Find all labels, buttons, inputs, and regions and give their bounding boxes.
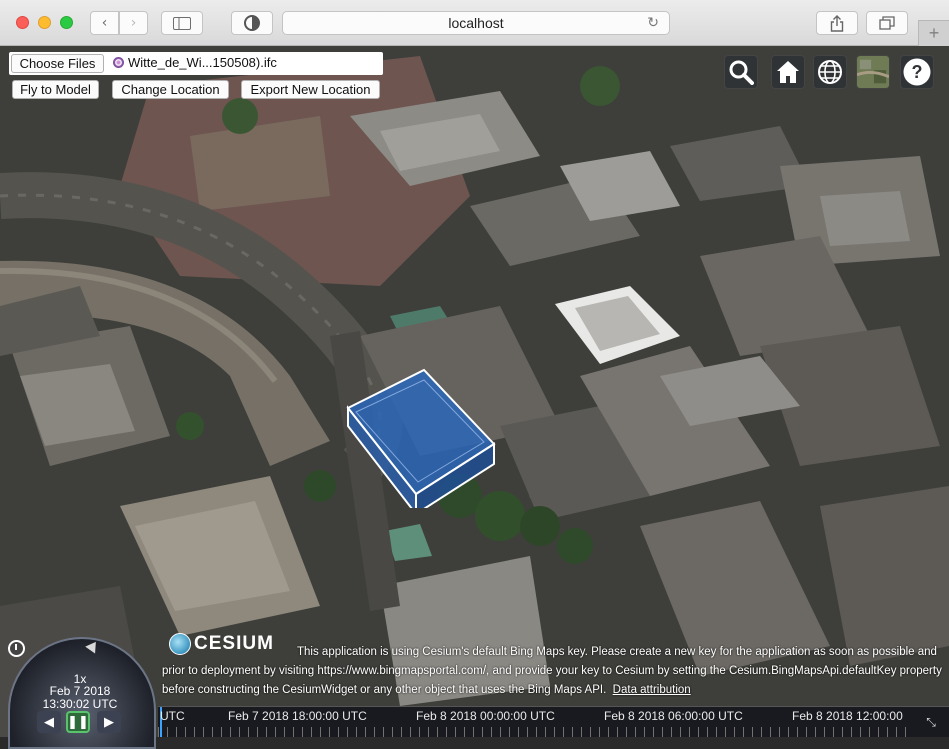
clock-icon[interactable]	[8, 640, 25, 657]
minimize-window-button[interactable]	[38, 16, 51, 29]
timeline-ticks	[158, 727, 913, 737]
sidebar-toggle-button[interactable]	[161, 11, 203, 35]
export-location-button[interactable]: Export New Location	[241, 80, 380, 99]
credit-line-2: prior to deployment by visiting https://…	[162, 665, 942, 677]
timeline-label: UTC	[160, 709, 185, 723]
sidebar-icon	[173, 16, 191, 30]
help-icon: ?	[903, 58, 931, 86]
help-button[interactable]: ?	[900, 55, 934, 89]
timeline-label: Feb 8 2018 06:00:00 UTC	[604, 709, 743, 723]
home-view-button[interactable]	[771, 55, 805, 89]
geocoder-search-button[interactable]	[724, 55, 758, 89]
credit-line-3: before constructing the CesiumWidget or …	[162, 681, 942, 700]
file-icon	[113, 57, 124, 68]
animation-time: 13:30:02 UTC	[42, 697, 118, 711]
zoom-window-button[interactable]	[60, 16, 73, 29]
scene-mode-button[interactable]	[813, 55, 847, 89]
new-tab-button[interactable]: +	[918, 20, 949, 46]
globe-icon	[818, 60, 842, 84]
reload-icon[interactable]: ↻	[647, 15, 659, 31]
back-button[interactable]: ‹	[90, 11, 119, 35]
cesium-viewer-canvas[interactable]	[0, 46, 949, 737]
fly-to-model-button[interactable]: Fly to Model	[12, 80, 99, 99]
share-icon	[830, 14, 844, 32]
timeline-label: Feb 8 2018 12:00:00	[792, 709, 903, 723]
choose-files-button[interactable]: Choose Files	[11, 54, 104, 73]
share-button[interactable]	[816, 11, 858, 35]
ifc-model-box[interactable]	[344, 368, 504, 508]
selected-file: Witte_de_Wi...150508).ifc	[113, 55, 277, 70]
animation-date: Feb 7 2018	[49, 684, 111, 698]
home-icon	[777, 61, 799, 83]
browser-toolbar: ‹ › localhost ↻ +	[0, 0, 949, 46]
chevron-left-icon: ‹	[101, 15, 108, 31]
privacy-button[interactable]	[231, 11, 273, 35]
forward-button[interactable]: ›	[119, 11, 148, 35]
timeline-label: Feb 8 2018 00:00:00 UTC	[416, 709, 555, 723]
search-icon	[729, 60, 754, 85]
base-layer-picker-button[interactable]	[856, 55, 890, 89]
fullscreen-button[interactable]: ⤡	[913, 706, 949, 737]
play-forward-button[interactable]: ▶	[97, 711, 121, 733]
pause-button[interactable]: ❚❚	[66, 711, 90, 733]
base-layer-picker-icon	[857, 56, 889, 88]
chevron-right-icon: ›	[130, 15, 137, 31]
timeline-label: Feb 7 2018 18:00:00 UTC	[228, 709, 367, 723]
timeline[interactable]: UTC Feb 7 2018 18:00:00 UTC Feb 8 2018 0…	[158, 706, 913, 737]
svg-text:?: ?	[912, 62, 923, 82]
tab-overview-button[interactable]	[866, 11, 908, 35]
credit-line-3-text: before constructing the CesiumWidget or …	[162, 684, 607, 696]
close-window-button[interactable]	[16, 16, 29, 29]
plus-icon: +	[928, 23, 940, 43]
url-text: localhost	[448, 15, 504, 31]
tabs-icon	[879, 16, 895, 30]
credit-line-1: This application is using Cesium's defau…	[297, 646, 937, 658]
file-name: Witte_de_Wi...150508).ifc	[128, 55, 277, 70]
shield-icon	[244, 15, 260, 31]
change-location-button[interactable]: Change Location	[112, 80, 229, 99]
address-bar[interactable]: localhost ↻	[282, 11, 670, 35]
fullscreen-icon: ⤡	[926, 714, 936, 729]
data-attribution-link[interactable]: Data attribution	[613, 684, 691, 696]
bing-maps-credit: This application is using Cesium's defau…	[162, 643, 942, 700]
play-reverse-button[interactable]: ◀	[37, 711, 61, 733]
